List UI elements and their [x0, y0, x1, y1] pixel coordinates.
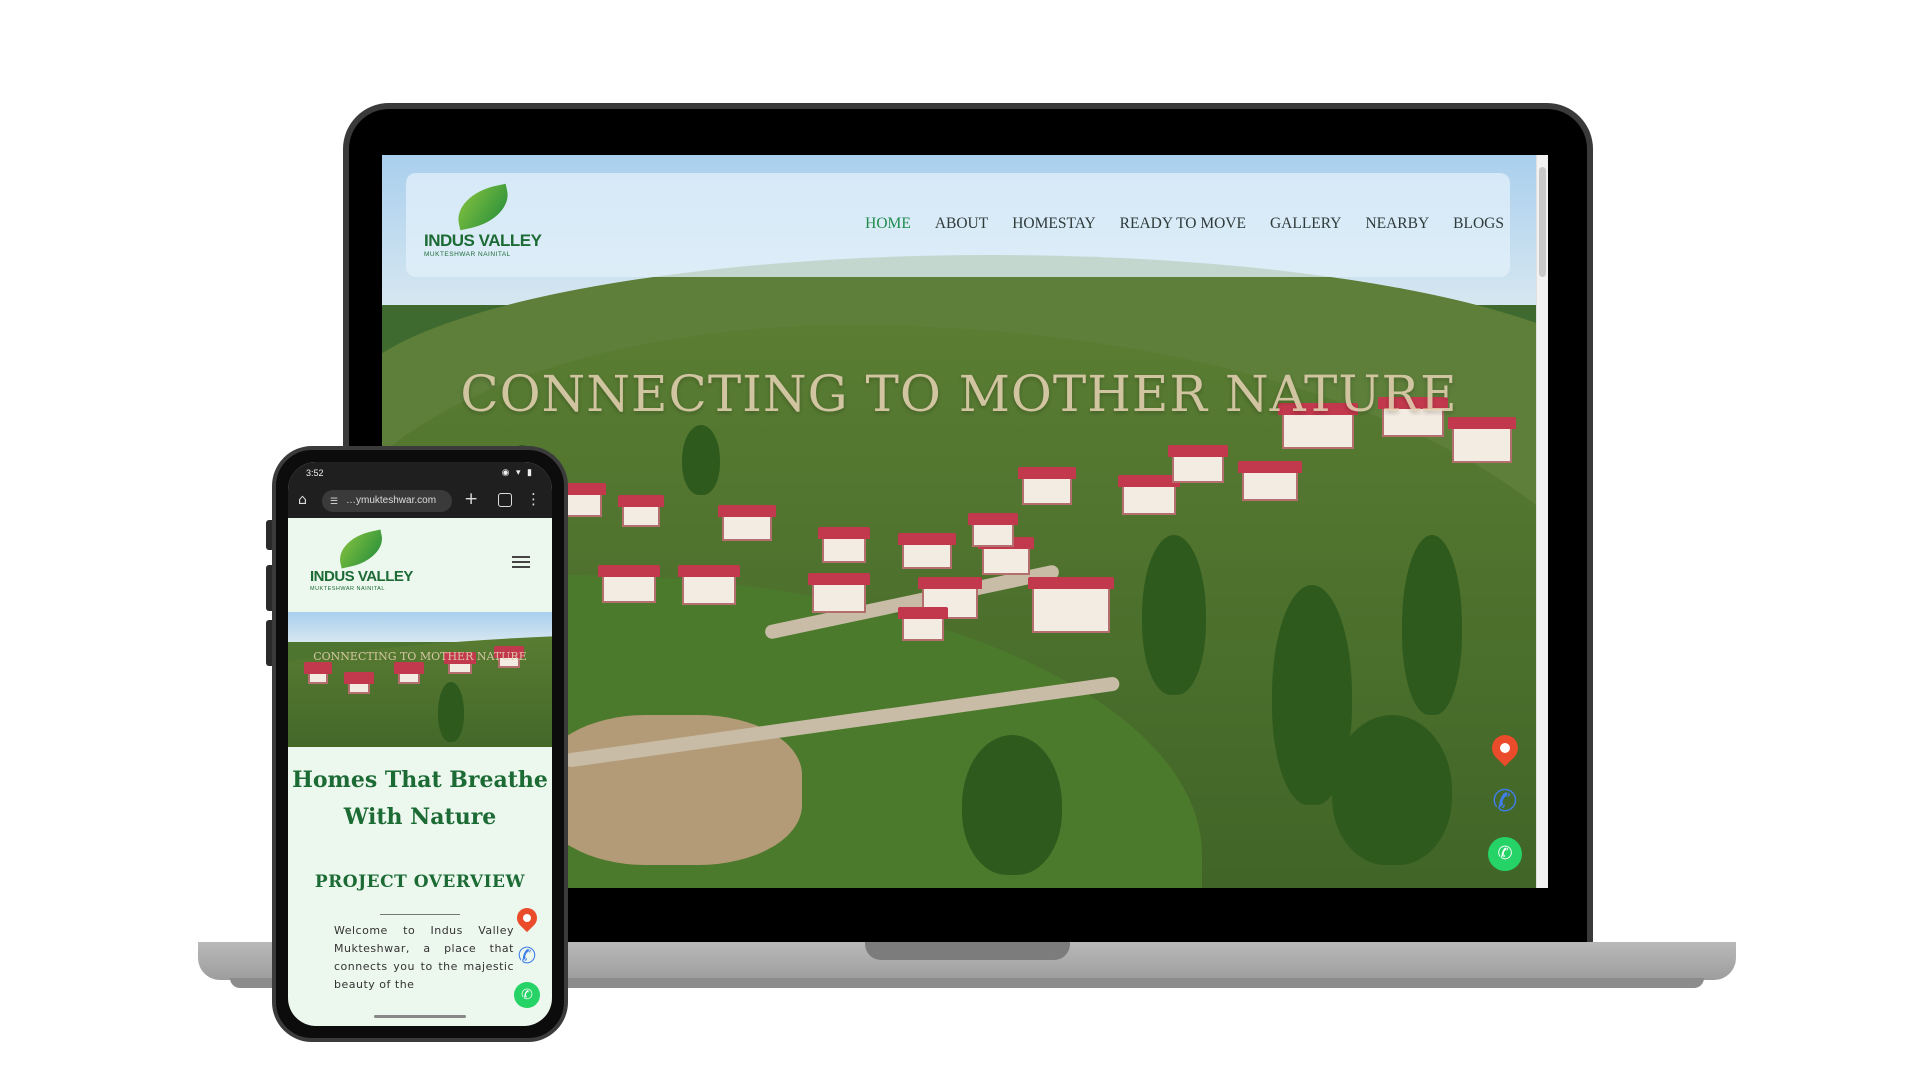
project-overview-text: Welcome to Indus Valley Mukteshwar, a pl… — [334, 924, 514, 991]
nav-link-home[interactable]: HOME — [865, 215, 911, 233]
mobile-call-button[interactable]: ✆ — [514, 944, 540, 970]
url-text: …ymukteshwar.com — [346, 495, 437, 506]
nav-link-blogs[interactable]: BLOGS — [1453, 215, 1504, 233]
status-time: 3:52 — [306, 468, 324, 478]
mobile-hero-title: CONNECTING TO MOTHER NATURE — [313, 650, 527, 663]
mobile-hero-image: CONNECTING TO MOTHER NATURE — [288, 612, 552, 747]
nav-menu: HOME ABOUT HOMESTAY READY TO MOVE GALLER… — [865, 215, 1504, 233]
hero-title: CONNECTING TO MOTHER NATURE — [460, 365, 1458, 423]
mobile-map-pin-button[interactable] — [512, 903, 542, 934]
scrollbar-thumb[interactable] — [1539, 167, 1546, 277]
home-icon[interactable]: ⌂ — [298, 492, 307, 508]
mobile-whatsapp-button[interactable]: ✆ — [514, 982, 540, 1008]
browser-toolbar: ⌂ ☰ …ymukteshwar.com + ⋮ — [288, 484, 552, 518]
leaf-logo-icon — [335, 529, 387, 569]
mobile-screen: 3:52 ◉ ▾ ▮ ⌂ ☰ …ymukteshwar.com + ⋮ INDU… — [288, 462, 552, 1026]
phone-volume-up — [266, 565, 272, 611]
phone-icon: ✆ — [1492, 784, 1518, 819]
phone-volume-down — [266, 620, 272, 666]
site-navbar: INDUS VALLEY MUKTESHWAR NAINITAL HOME AB… — [406, 173, 1510, 277]
logo-title: INDUS VALLEY — [424, 231, 542, 250]
status-bar: 3:52 ◉ ▾ ▮ — [288, 462, 552, 484]
whatsapp-button[interactable]: ✆ — [1488, 837, 1522, 871]
call-button[interactable]: ✆ — [1488, 785, 1522, 819]
map-pin-icon — [1486, 729, 1524, 767]
map-pin-button[interactable] — [1486, 729, 1524, 769]
home-indicator — [374, 1015, 466, 1018]
mobile-site-logo[interactable]: INDUS VALLEY MUKTESHWAR NAINITAL — [306, 529, 416, 604]
new-tab-icon[interactable]: + — [464, 489, 478, 509]
leaf-logo-icon — [452, 183, 514, 231]
nav-link-nearby[interactable]: NEARBY — [1365, 215, 1429, 233]
logo-subtitle: MUKTESHWAR NAINITAL — [310, 586, 385, 592]
whatsapp-icon: ✆ — [1488, 837, 1522, 871]
nav-link-gallery[interactable]: GALLERY — [1270, 215, 1341, 233]
whatsapp-icon: ✆ — [514, 982, 540, 1008]
map-pin-icon — [512, 903, 542, 933]
site-settings-icon: ☰ — [330, 496, 339, 506]
project-overview-heading: PROJECT OVERVIEW — [314, 872, 526, 892]
logo-title: INDUS VALLEY — [310, 568, 413, 585]
phone-icon: ✆ — [517, 944, 537, 969]
site-logo[interactable]: INDUS VALLEY MUKTESHWAR NAINITAL — [420, 183, 542, 267]
nav-link-ready-to-move[interactable]: READY TO MOVE — [1120, 215, 1246, 233]
nav-link-about[interactable]: ABOUT — [935, 215, 988, 233]
phone-frame: 3:52 ◉ ▾ ▮ ⌂ ☰ …ymukteshwar.com + ⋮ INDU… — [272, 446, 568, 1042]
hamburger-menu-icon[interactable] — [512, 556, 530, 568]
nav-link-homestay[interactable]: HOMESTAY — [1012, 215, 1095, 233]
more-menu-icon[interactable]: ⋮ — [526, 490, 541, 508]
laptop-notch — [865, 942, 1070, 960]
tabs-icon[interactable] — [498, 493, 512, 507]
status-icons: ◉ ▾ ▮ — [501, 467, 534, 477]
logo-subtitle: MUKTESHWAR NAINITAL — [424, 251, 511, 258]
heading-divider — [380, 914, 460, 915]
phone-side-button — [266, 520, 272, 550]
section-heading: Homes That Breathe With Nature — [292, 767, 548, 830]
address-bar[interactable]: ☰ …ymukteshwar.com — [322, 490, 452, 512]
page-scrollbar[interactable] — [1536, 155, 1548, 888]
mobile-header: INDUS VALLEY MUKTESHWAR NAINITAL — [288, 518, 552, 612]
